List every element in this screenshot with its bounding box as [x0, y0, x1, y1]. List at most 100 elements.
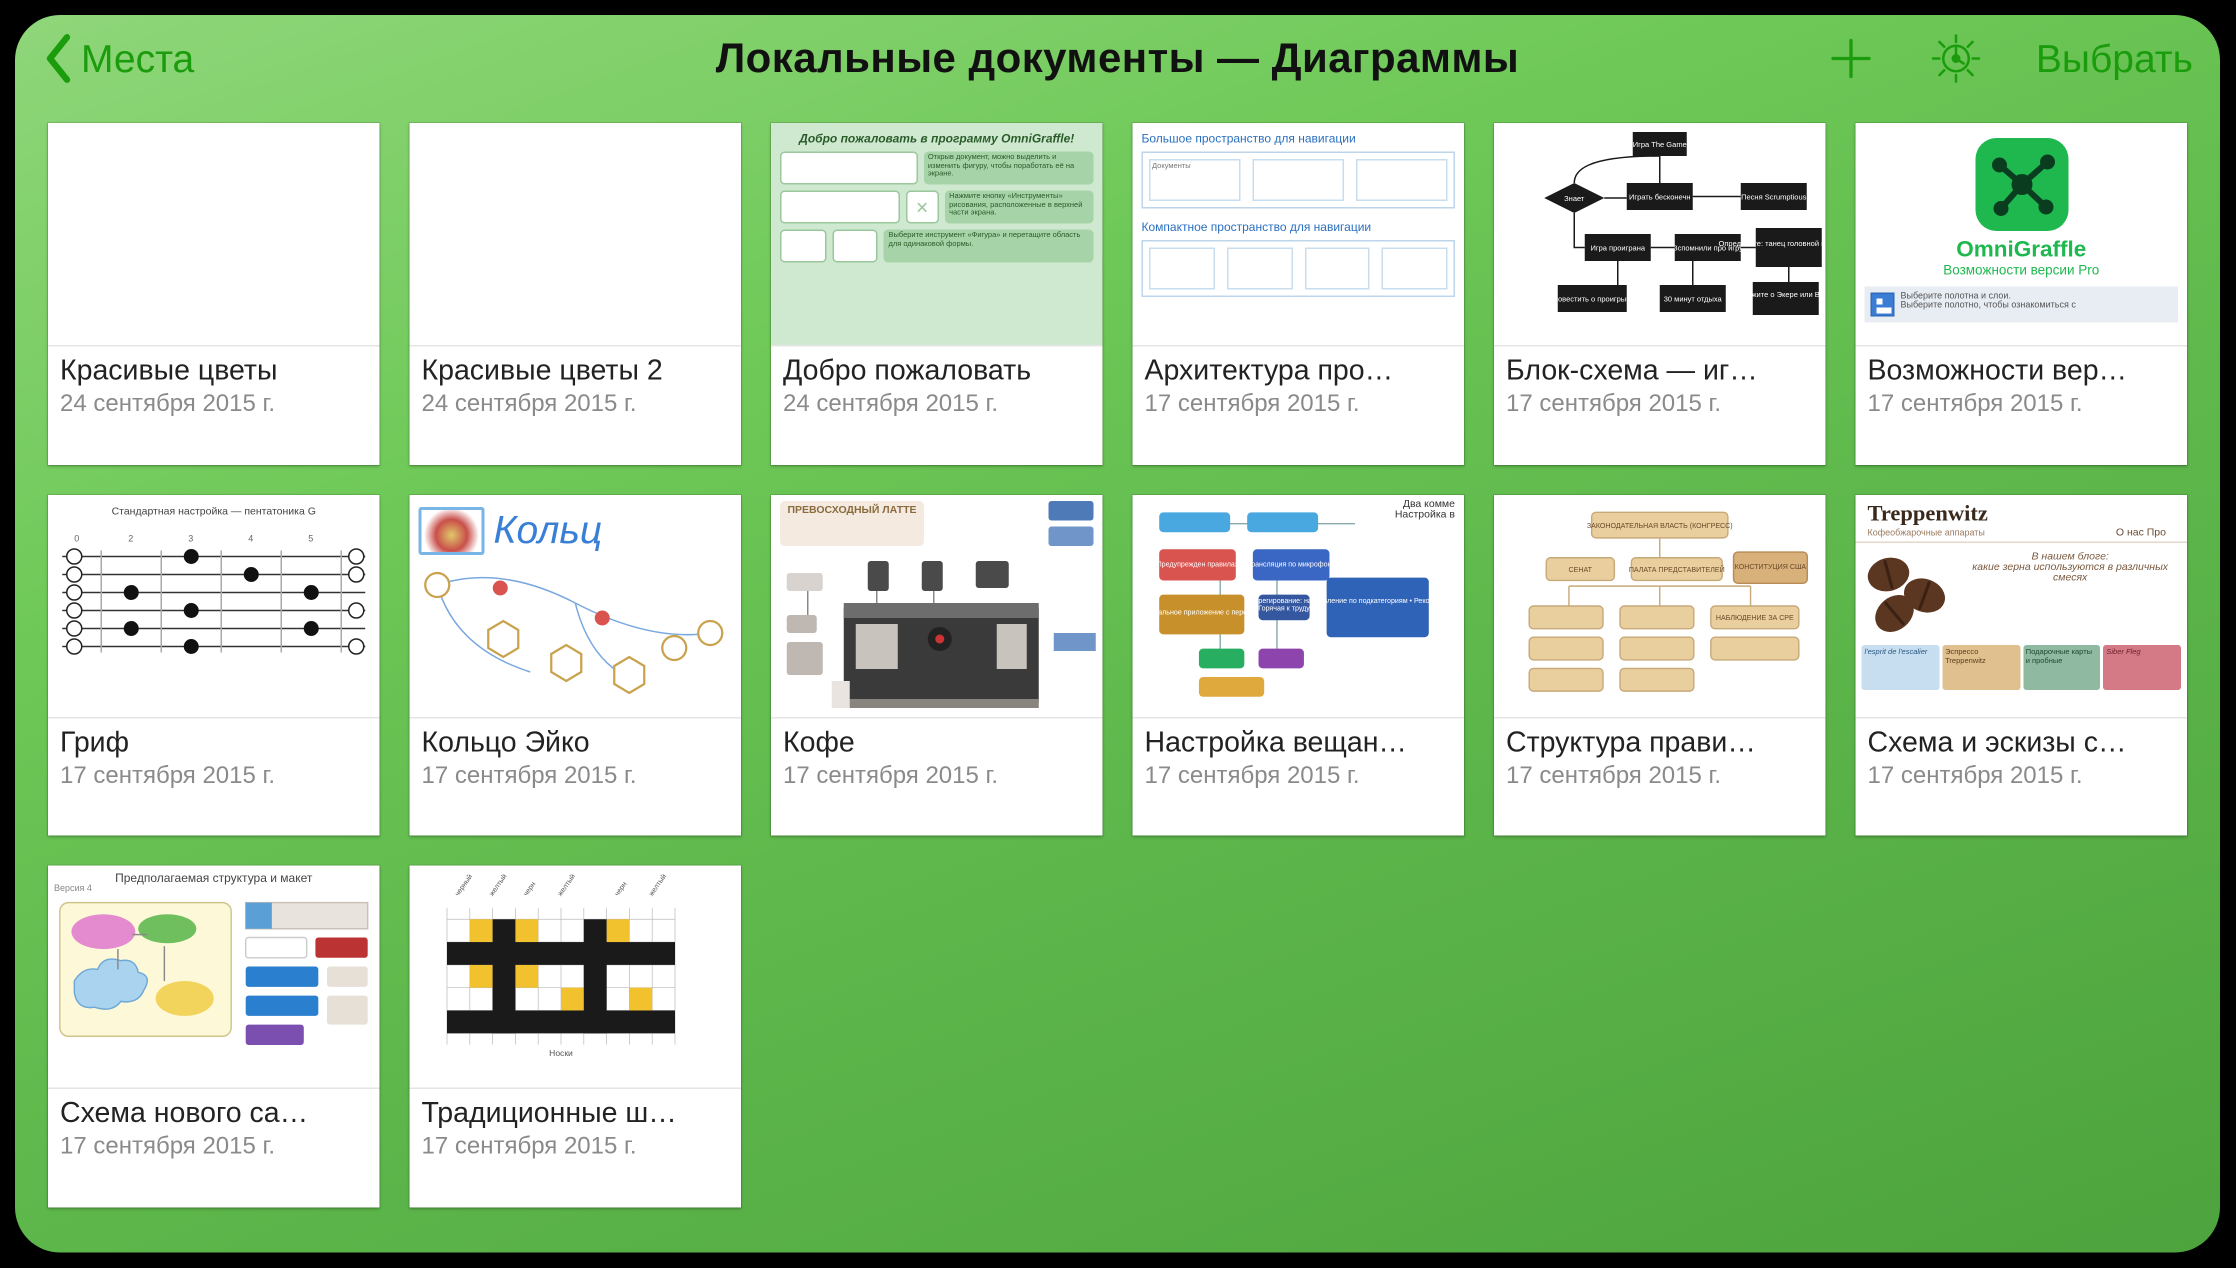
document-item[interactable]: Игра The Game Знает Играть бесконечн Пес… [1494, 123, 1826, 464]
document-date: 24 сентября 2015 г. [422, 392, 730, 419]
add-button[interactable] [1826, 33, 1877, 84]
thumb-label: Настройка в [1395, 509, 1455, 520]
svg-text:Агрегирование: направление по: Агрегирование: направление по подкатегор… [1251, 597, 1458, 605]
document-browser: Места Локальные документы — Диаграммы [15, 15, 2220, 1253]
document-item[interactable]: Красивые цветы 2 24 сентября 2015 г. [410, 123, 742, 464]
thumb-title: Стандартная настройка — пентатоника G [54, 506, 374, 517]
document-thumbnail [48, 123, 380, 345]
svg-text:Предупрежден правилах: Предупрежден правилах [1157, 560, 1239, 568]
svg-text:4: 4 [248, 533, 253, 543]
svg-text:Носки: Носки [549, 1049, 573, 1059]
coffee-beans-icon [1865, 551, 1954, 635]
thumb-caption: В нашем блоге: какие зерна используются … [1962, 551, 2178, 635]
svg-text:КОНСТИТУЦИЯ США: КОНСТИТУЦИЯ США [1735, 563, 1807, 571]
svg-text:желтый: желтый [647, 875, 668, 898]
svg-text:СЕНАТ: СЕНАТ [1569, 565, 1593, 573]
document-meta: Кофе 17 сентября 2015 г. [771, 716, 1103, 800]
back-label: Места [81, 35, 194, 82]
document-meta: Схема нового са… 17 сентября 2015 г. [48, 1088, 380, 1172]
document-name: Схема и эскизы с… [1868, 727, 2176, 760]
document-meta: Схема и эскизы с… 17 сентября 2015 г. [1856, 716, 2188, 800]
svg-text:2: 2 [128, 533, 133, 543]
svg-text:Игра The Game: Игра The Game [1633, 140, 1687, 149]
document-name: Схема нового са… [60, 1098, 368, 1131]
svg-text:черн: черн [522, 881, 538, 898]
document-item[interactable]: Кольц Кольцо Эйко 17 сентября [410, 494, 742, 836]
svg-text:30 минут отдыха: 30 минут отдыха [1664, 295, 1723, 304]
document-thumbnail: Treppenwitz Кофеобжарочные аппараты О на… [1856, 494, 2188, 716]
document-date: 17 сентября 2015 г. [1506, 392, 1814, 419]
document-date: 17 сентября 2015 г. [422, 1134, 730, 1161]
thumb-subtitle: Возможности версии Pro [1865, 263, 2179, 278]
svg-text:Оповестить о проигрыше: Оповестить о проигрыше [1548, 295, 1636, 304]
document-date: 17 сентября 2015 г. [422, 763, 730, 790]
document-meta: Блок-схема — иг… 17 сентября 2015 г. [1494, 345, 1826, 429]
chevron-left-icon [42, 33, 75, 84]
thumb-card: l'esprit de l'escalier [1862, 644, 1940, 689]
document-name: Кольцо Эйко [422, 727, 730, 760]
thumb-subtitle: Кофеобжарочные аппараты [1868, 529, 1985, 538]
thumb-label: Два комме [1403, 499, 1455, 510]
svg-text:Расскажите о Экере или Brookly: Расскажите о Экере или Brooklyn [1728, 290, 1826, 299]
document-item[interactable]: черный желтый черн желтый черн желтый [410, 866, 742, 1208]
document-thumbnail: Кольц [410, 494, 742, 716]
document-thumbnail: OmniGraffle Возможности версии Pro Выбер… [1856, 123, 2188, 345]
document-item[interactable]: Добро пожаловать в программу OmniGraffle… [771, 123, 1103, 464]
document-date: 17 сентября 2015 г. [1506, 763, 1814, 790]
document-meta: Красивые цветы 24 сентября 2015 г. [48, 345, 380, 429]
svg-text:НАБЛЮДЕНИЕ ЗА СРЕ: НАБЛЮДЕНИЕ ЗА СРЕ [1716, 614, 1794, 622]
document-date: 17 сентября 2015 г. [1868, 392, 2176, 419]
svg-text:ПАЛАТА ПРЕДСТАВИТЕЛЕЙ: ПАЛАТА ПРЕДСТАВИТЕЛЕЙ [1629, 564, 1725, 573]
document-meta: Традиционные ш… 17 сентября 2015 г. [410, 1088, 742, 1172]
svg-text:черный: черный [453, 875, 474, 898]
document-thumbnail: Два коммеНастройка в Предупрежден правил… [1133, 494, 1465, 716]
svg-text:Определите: танец головной моз: Определите: танец головной мозоломки [1719, 239, 1826, 248]
document-meta: Кольцо Эйко 17 сентября 2015 г. [410, 716, 742, 800]
svg-text:Играть бесконечн: Играть бесконечн [1629, 193, 1691, 202]
document-date: 17 сентября 2015 г. [1868, 763, 2176, 790]
svg-text:ЗАКОНОДАТЕЛЬНАЯ ВЛАСТЬ (КОНГРЕ: ЗАКОНОДАТЕЛЬНАЯ ВЛАСТЬ (КОНГРЕСС) [1587, 521, 1733, 529]
select-button[interactable]: Выбрать [2036, 35, 2193, 82]
document-item[interactable]: Большое пространство для навигации Докум… [1133, 123, 1465, 464]
toolbar: Места Локальные документы — Диаграммы [15, 15, 2220, 102]
document-date: 24 сентября 2015 г. [60, 392, 368, 419]
back-button[interactable]: Места [42, 33, 194, 84]
document-item[interactable]: ПРЕВОСХОДНЫЙ ЛАТТЕ [771, 494, 1103, 836]
document-meta: Настройка вещан… 17 сентября 2015 г. [1133, 716, 1465, 800]
svg-text:черн: черн [613, 881, 629, 898]
document-name: Архитектура про… [1145, 356, 1453, 389]
document-thumbnail [410, 123, 742, 345]
document-thumbnail: ПРЕВОСХОДНЫЙ ЛАТТЕ [771, 494, 1103, 716]
document-name: Возможности вер… [1868, 356, 2176, 389]
document-name: Блок-схема — иг… [1506, 356, 1814, 389]
thumb-label: Компактное пространство для навигации [1142, 221, 1456, 235]
document-item[interactable]: Treppenwitz Кофеобжарочные аппараты О на… [1856, 494, 2188, 836]
svg-text:3: 3 [188, 533, 193, 543]
document-item[interactable]: Красивые цветы 24 сентября 2015 г. [48, 123, 380, 464]
document-grid: Красивые цветы 24 сентября 2015 г. Краси… [15, 102, 2220, 1253]
document-item[interactable]: OmniGraffle Возможности версии Pro Выбер… [1856, 123, 2188, 464]
document-name: Гриф [60, 727, 368, 760]
document-meta: Добро пожаловать 24 сентября 2015 г. [771, 345, 1103, 429]
svg-text:Песня Scrumptious: Песня Scrumptious [1741, 193, 1807, 202]
settings-button[interactable] [1931, 33, 1982, 84]
document-name: Добро пожаловать [783, 356, 1091, 389]
document-thumbnail: Большое пространство для навигации Докум… [1133, 123, 1465, 345]
thumb-nav: О нас Про [2116, 527, 2175, 538]
document-date: 17 сентября 2015 г. [60, 763, 368, 790]
thumb-card: Эспрессо Treppenwitz [1942, 644, 2020, 689]
document-thumbnail: Предполагаемая структура и макет Версия … [48, 866, 380, 1088]
document-item[interactable]: Два коммеНастройка в Предупрежден правил… [1133, 494, 1465, 836]
document-item[interactable]: Предполагаемая структура и макет Версия … [48, 866, 380, 1208]
document-item[interactable]: ЗАКОНОДАТЕЛЬНАЯ ВЛАСТЬ (КОНГРЕСС) СЕНАТ … [1494, 494, 1826, 836]
document-date: 24 сентября 2015 г. [783, 392, 1091, 419]
document-name: Настройка вещан… [1145, 727, 1453, 760]
document-thumbnail: Игра The Game Знает Играть бесконечн Пес… [1494, 123, 1826, 345]
document-thumbnail: ЗАКОНОДАТЕЛЬНАЯ ВЛАСТЬ (КОНГРЕСС) СЕНАТ … [1494, 494, 1826, 716]
thumb-title: Treppenwitz [1868, 502, 2176, 528]
document-item[interactable]: Стандартная настройка — пентатоника G 02… [48, 494, 380, 836]
document-date: 17 сентября 2015 г. [60, 1134, 368, 1161]
document-thumbnail: Добро пожаловать в программу OmniGraffle… [771, 123, 1103, 345]
document-thumbnail: черный желтый черн желтый черн желтый [410, 866, 742, 1088]
document-name: Традиционные ш… [422, 1098, 730, 1131]
